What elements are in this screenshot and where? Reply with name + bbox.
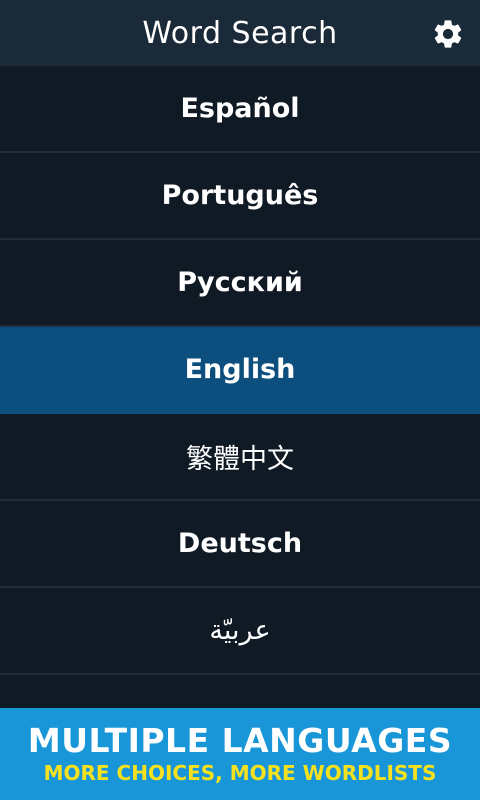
language-label: Deutsch xyxy=(177,528,303,559)
language-label: 繁體中文 xyxy=(186,444,294,475)
settings-button[interactable] xyxy=(430,16,466,52)
language-label: عربيّة xyxy=(209,615,271,646)
language-item-russian[interactable]: Русский xyxy=(0,240,480,327)
language-item-arabic[interactable]: عربيّة xyxy=(0,588,480,675)
header-bar: Word Search xyxy=(0,0,480,66)
language-list: Español Português Русский English 繁體中文 D… xyxy=(0,66,480,675)
language-item-portuguese[interactable]: Português xyxy=(0,153,480,240)
promo-banner: MULTIPLE LANGUAGES MORE CHOICES, MORE WO… xyxy=(0,708,480,800)
gear-icon xyxy=(434,20,462,48)
language-item-german[interactable]: Deutsch xyxy=(0,501,480,588)
app-title: Word Search xyxy=(142,15,338,51)
banner-subtitle: MORE CHOICES, MORE WORDLISTS xyxy=(43,761,437,785)
language-label: Español xyxy=(180,93,300,124)
language-label: Русский xyxy=(177,267,303,298)
app-screen: Word Search Español Português Русский En… xyxy=(0,0,480,800)
language-item-chinese[interactable]: 繁體中文 xyxy=(0,414,480,501)
banner-title: MULTIPLE LANGUAGES xyxy=(27,721,453,760)
language-label: English xyxy=(184,354,296,385)
language-item-english[interactable]: English xyxy=(0,327,480,414)
language-label: Português xyxy=(161,180,319,211)
language-item-spanish[interactable]: Español xyxy=(0,66,480,153)
